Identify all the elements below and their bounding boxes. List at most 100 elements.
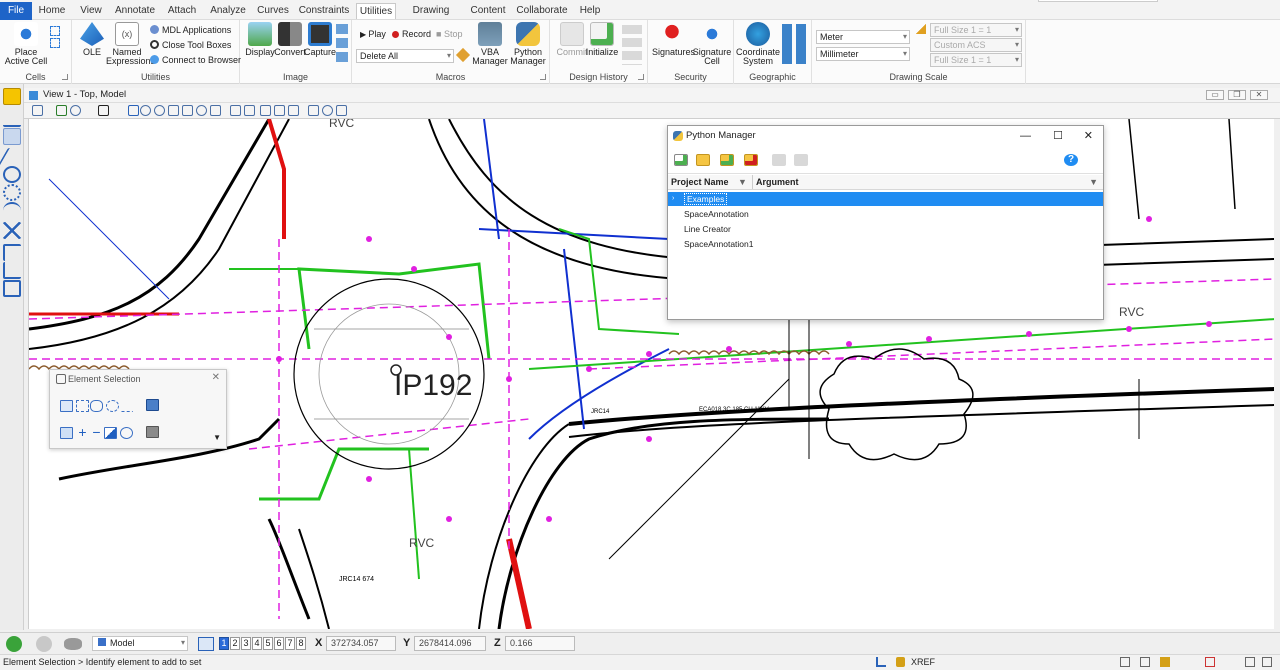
clip-volume-icon[interactable]	[128, 105, 139, 116]
maximize-icon[interactable]: ☐	[1053, 126, 1063, 146]
tab-content[interactable]: Content	[468, 3, 508, 19]
tab-constraints[interactable]: Constraints	[298, 3, 350, 19]
tab-curves[interactable]: Curves	[256, 3, 290, 19]
view-previous-icon[interactable]	[230, 105, 241, 116]
selection-tool-icon[interactable]	[3, 88, 21, 105]
tab-annotate[interactable]: Annotate	[114, 3, 156, 19]
lock-icon[interactable]	[896, 657, 905, 667]
unit-secondary-dropdown[interactable]: Millimeter	[816, 47, 910, 61]
clip-mask-icon[interactable]	[308, 105, 319, 116]
zoom-out-icon[interactable]	[154, 105, 165, 116]
tab-attach[interactable]: Attach	[164, 3, 200, 19]
new-project-icon[interactable]	[674, 154, 688, 166]
status-tool-icon[interactable]	[1160, 657, 1170, 667]
filter-icon[interactable]: ▼	[1089, 175, 1098, 190]
model-type-icon[interactable]	[64, 638, 82, 650]
place-active-cell-button[interactable]: Place Active Cell	[4, 22, 48, 66]
status-tool-icon[interactable]	[1120, 657, 1130, 667]
unit-primary-dropdown[interactable]: Meter	[816, 30, 910, 44]
dimension-icon[interactable]	[3, 244, 21, 261]
back-arrow-icon[interactable]	[6, 636, 22, 652]
minimize-icon[interactable]: —	[1020, 126, 1031, 146]
view-5-button[interactable]: 5	[263, 637, 273, 650]
place-curve-icon[interactable]	[3, 202, 21, 219]
close-icon[interactable]: ✕	[1084, 126, 1093, 146]
tab-collaborate[interactable]: Collaborate	[516, 3, 568, 19]
dialog-launcher-icon[interactable]	[638, 74, 644, 80]
rotate-view-icon[interactable]	[196, 105, 207, 116]
walk-icon[interactable]	[322, 105, 333, 116]
circle-method-icon[interactable]	[106, 400, 119, 412]
view-minimize-button[interactable]: ▭	[1206, 90, 1224, 100]
pan-view-icon[interactable]	[210, 105, 221, 116]
project-row[interactable]: Line Creator	[668, 222, 1103, 236]
fence-icon[interactable]	[3, 280, 21, 297]
status-tool-icon[interactable]	[1245, 657, 1255, 667]
view-attributes-icon[interactable]	[32, 105, 43, 116]
col-project-name[interactable]: Project Name	[671, 175, 729, 190]
place-smartline-icon[interactable]	[3, 128, 21, 145]
record-macro-button[interactable]: Record	[392, 27, 431, 41]
cell-tools-icon[interactable]	[48, 24, 62, 64]
expand-icon[interactable]: ›	[672, 192, 674, 206]
block-method-icon[interactable]	[76, 400, 89, 412]
forward-arrow-icon[interactable]	[36, 636, 52, 652]
open-folder-icon[interactable]	[696, 154, 710, 166]
status-tool-icon[interactable]	[1262, 657, 1272, 667]
place-arc-icon[interactable]	[0, 148, 26, 165]
edit-macro-icon[interactable]	[455, 47, 471, 63]
select-all-icon[interactable]	[120, 427, 133, 439]
dialog-launcher-icon[interactable]	[62, 74, 68, 80]
scale-1-dropdown[interactable]: Full Size 1 = 1	[930, 23, 1022, 37]
add-folder-icon[interactable]	[720, 154, 734, 166]
geo-tools-icon[interactable]	[782, 24, 806, 64]
mdl-applications-button[interactable]: MDL Applications	[150, 23, 231, 37]
measure-icon[interactable]	[3, 262, 21, 279]
view-7-button[interactable]: 7	[285, 637, 295, 650]
delete-icon[interactable]	[3, 222, 21, 239]
toggle-3d-icon[interactable]	[336, 105, 347, 116]
place-line-icon[interactable]	[3, 110, 21, 127]
capture-image-button[interactable]: Capture	[300, 22, 340, 57]
tab-home[interactable]: Home	[36, 3, 68, 19]
tab-file[interactable]: File	[0, 2, 32, 20]
help-icon[interactable]: ?	[1064, 154, 1078, 166]
element-selection-close-icon[interactable]: ✕	[212, 372, 220, 383]
search-box[interactable]	[1038, 0, 1158, 2]
accudraw-icon[interactable]	[876, 657, 886, 667]
expand-chevron-icon[interactable]: ▼	[213, 433, 221, 442]
view-1-button[interactable]: 1	[219, 637, 229, 650]
play-macro-button[interactable]: ▶ Play	[360, 27, 386, 41]
x-coordinate-field[interactable]: 372734.057	[326, 636, 396, 651]
view-close-button[interactable]: ✕	[1250, 90, 1268, 100]
line-method-icon[interactable]	[120, 400, 133, 412]
debug-disabled-icon[interactable]	[794, 154, 808, 166]
y-coordinate-field[interactable]: 2678414.096	[414, 636, 486, 651]
shape-method-icon[interactable]	[90, 400, 103, 412]
signatures-button[interactable]: Signatures	[652, 22, 695, 57]
scale-2-dropdown[interactable]: Custom ACS	[930, 38, 1022, 52]
history-tools-icon[interactable]	[622, 25, 642, 65]
standard-views-icon[interactable]	[274, 105, 285, 116]
view-6-button[interactable]: 6	[274, 637, 284, 650]
connect-to-browser-button[interactable]: Connect to Browser	[150, 53, 241, 67]
status-tool-icon[interactable]	[1205, 657, 1215, 667]
individual-method-icon[interactable]	[60, 400, 73, 412]
invert-mode-icon[interactable]	[104, 427, 117, 439]
view-next-icon[interactable]	[244, 105, 255, 116]
copy-view-icon[interactable]	[260, 105, 271, 116]
run-disabled-icon[interactable]	[772, 154, 786, 166]
signature-cell-button[interactable]: Signature Cell	[692, 22, 732, 66]
place-point-icon[interactable]	[3, 184, 21, 201]
tab-drawing-aids[interactable]: Drawing Aids	[402, 3, 460, 32]
stop-macro-button[interactable]: ■ Stop	[436, 27, 462, 41]
project-row[interactable]: SpaceAnnotation	[668, 207, 1103, 221]
scale-3-dropdown[interactable]: Full Size 1 = 1	[930, 53, 1022, 67]
macro-delete-all-dropdown[interactable]: Delete All	[356, 49, 454, 63]
remove-project-icon[interactable]	[744, 154, 758, 166]
place-circle-icon[interactable]	[3, 166, 21, 183]
tab-help[interactable]: Help	[576, 3, 604, 19]
select-by-attributes-icon[interactable]	[146, 426, 159, 438]
display-style-icon[interactable]	[56, 105, 67, 116]
tab-utilities[interactable]: Utilities	[356, 3, 396, 19]
